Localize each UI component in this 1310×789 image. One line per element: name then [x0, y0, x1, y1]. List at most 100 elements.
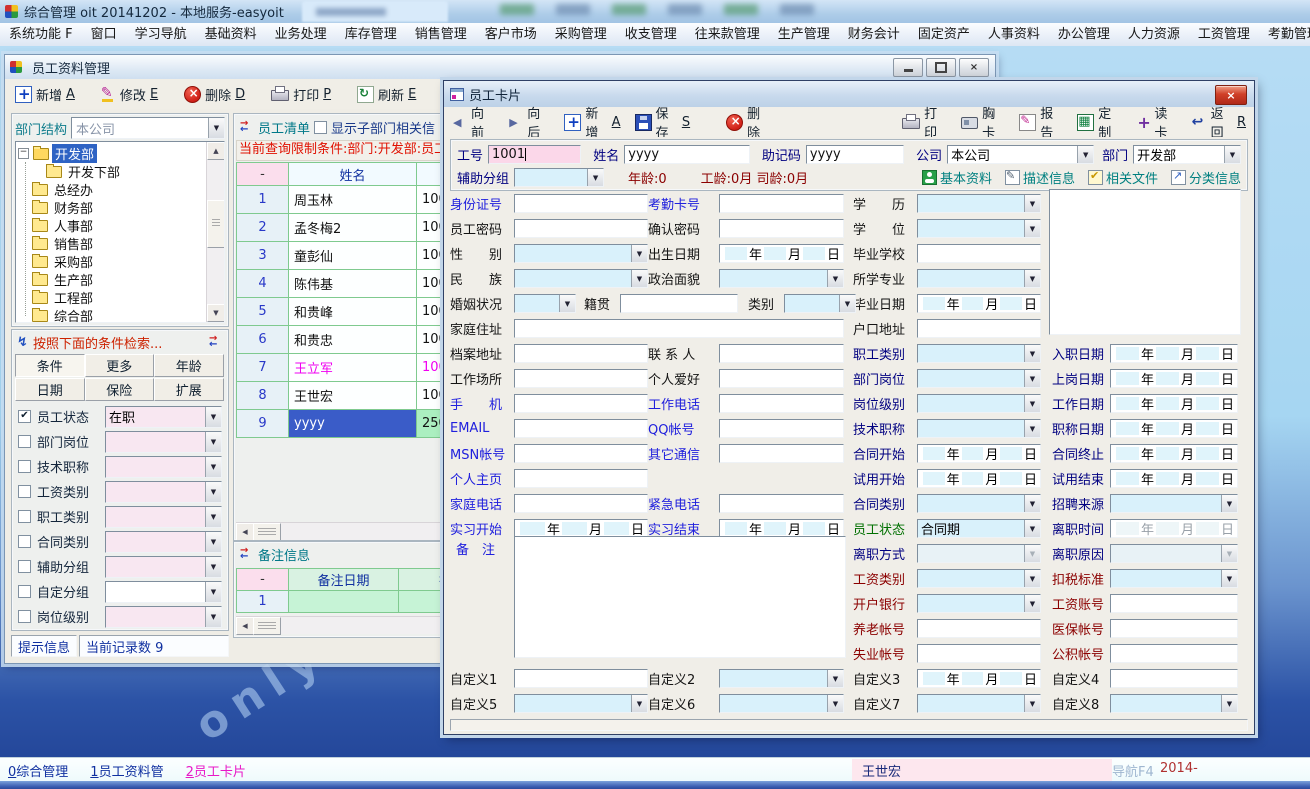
checkbox[interactable]: [18, 460, 31, 473]
menu-item[interactable]: 业务处理: [266, 24, 336, 46]
返回-button[interactable]: 返回R: [1192, 103, 1246, 141]
menu-item[interactable]: 系统功能 F: [0, 24, 82, 46]
aux-group-dropdown[interactable]: ▼: [514, 168, 604, 187]
chevron-down-icon[interactable]: ▼: [587, 169, 603, 186]
scroll-up-icon[interactable]: ▲: [207, 142, 225, 160]
date-input[interactable]: 年月日: [917, 444, 1041, 463]
dropdown[interactable]: ▼: [917, 419, 1041, 438]
column-header[interactable]: 操作人: [399, 569, 449, 591]
horizontal-scrollbar[interactable]: ◀: [236, 616, 446, 634]
dropdown[interactable]: ▼: [1110, 694, 1238, 713]
chevron-down-icon[interactable]: ▼: [631, 245, 647, 262]
tree-item[interactable]: 总经办: [16, 180, 207, 198]
向后-button[interactable]: 向后: [508, 103, 550, 141]
table-row[interactable]: 3童彭仙1004: [237, 242, 449, 270]
table-row[interactable]: 1: [237, 591, 449, 613]
胸卡-button[interactable]: 胸卡: [961, 103, 1005, 141]
chevron-down-icon[interactable]: ▼: [1221, 570, 1237, 587]
mnemonic-input[interactable]: yyyy: [806, 145, 904, 164]
dropdown[interactable]: ▼: [719, 669, 844, 688]
menu-item[interactable]: 工资管理: [1189, 24, 1259, 46]
menu-item[interactable]: 考勤管理: [1259, 24, 1310, 46]
text-input[interactable]: [719, 419, 844, 438]
chevron-down-icon[interactable]: ▼: [1024, 595, 1040, 612]
maximize-button[interactable]: [926, 58, 956, 77]
menu-item[interactable]: 基础资料: [196, 24, 266, 46]
text-input[interactable]: [1110, 644, 1238, 663]
checkbox[interactable]: [18, 610, 31, 623]
dropdown[interactable]: ▼: [1110, 569, 1238, 588]
menu-item[interactable]: 窗口: [82, 24, 126, 46]
打印-button[interactable]: 打印: [902, 103, 947, 141]
filter-tab-年龄[interactable]: 年龄: [154, 354, 224, 377]
dropdown[interactable]: 合同期▼: [917, 519, 1041, 538]
text-input[interactable]: [514, 444, 648, 463]
scrollbar-thumb[interactable]: [207, 200, 225, 248]
menu-item[interactable]: 固定资产: [909, 24, 979, 46]
dropdown[interactable]: ▼: [1110, 494, 1238, 513]
checkbox[interactable]: [18, 585, 31, 598]
chevron-down-icon[interactable]: ▼: [1024, 545, 1040, 562]
related-files-link[interactable]: 相关文件: [1088, 168, 1158, 187]
chevron-down-icon[interactable]: ▼: [1224, 146, 1240, 163]
chevron-down-icon[interactable]: ▼: [559, 295, 575, 312]
text-input[interactable]: [719, 344, 844, 363]
date-input[interactable]: 年月日: [1110, 519, 1238, 538]
scroll-left-icon[interactable]: ◀: [236, 523, 254, 541]
chevron-down-icon[interactable]: ▼: [827, 270, 843, 287]
classification-link[interactable]: 分类信息: [1171, 168, 1241, 187]
menu-item[interactable]: 财务会计: [839, 24, 909, 46]
dropdown[interactable]: ▼: [514, 694, 648, 713]
date-input[interactable]: 年月日: [1110, 344, 1238, 363]
nav-f4-label[interactable]: 导航F4: [1112, 761, 1154, 780]
dropdown[interactable]: ▼: [917, 344, 1041, 363]
checkbox[interactable]: [18, 560, 31, 573]
text-input[interactable]: [1110, 594, 1238, 613]
text-input[interactable]: [917, 644, 1041, 663]
tree-item[interactable]: 开发下部: [16, 162, 207, 180]
定制-button[interactable]: 定制: [1077, 103, 1121, 141]
chevron-down-icon[interactable]: ▼: [205, 582, 221, 602]
chevron-down-icon[interactable]: ▼: [1024, 270, 1040, 287]
column-header[interactable]: 备注日期: [289, 569, 399, 591]
dropdown[interactable]: ▼: [917, 194, 1041, 213]
type-dropdown[interactable]: ▼: [784, 294, 856, 313]
filter-tab-条件[interactable]: 条件: [15, 354, 85, 377]
chevron-down-icon[interactable]: ▼: [205, 407, 221, 427]
filter-dropdown[interactable]: ▼: [105, 431, 222, 453]
menu-item[interactable]: 生产管理: [769, 24, 839, 46]
dropdown[interactable]: ▼: [514, 269, 648, 288]
dropdown[interactable]: ▼: [719, 269, 844, 288]
text-input[interactable]: [514, 394, 648, 413]
chevron-down-icon[interactable]: ▼: [205, 507, 221, 527]
collapse-icon[interactable]: −: [18, 148, 29, 159]
column-header[interactable]: 姓名: [289, 163, 417, 186]
menu-item[interactable]: 办公管理: [1049, 24, 1119, 46]
company-dropdown[interactable]: 本公司 ▼: [947, 145, 1094, 164]
text-input[interactable]: [917, 244, 1041, 263]
marital-dropdown[interactable]: ▼: [514, 294, 576, 313]
text-input[interactable]: [514, 669, 648, 688]
scroll-down-icon[interactable]: ▼: [207, 304, 225, 322]
scrollbar-thumb[interactable]: [253, 523, 281, 541]
dropdown[interactable]: ▼: [917, 694, 1041, 713]
table-row[interactable]: 7王立军1008: [237, 354, 449, 382]
chevron-down-icon[interactable]: ▼: [1024, 345, 1040, 362]
date-input[interactable]: 年月日: [1110, 444, 1238, 463]
dropdown[interactable]: ▼: [917, 544, 1041, 563]
chevron-down-icon[interactable]: ▼: [1221, 545, 1237, 562]
date-input[interactable]: 年月日: [1110, 394, 1238, 413]
checkbox[interactable]: [18, 435, 31, 448]
text-input[interactable]: [514, 194, 648, 213]
menu-item[interactable]: 收支管理: [616, 24, 686, 46]
swap-arrows-icon[interactable]: →←: [240, 121, 254, 133]
chevron-down-icon[interactable]: ▼: [827, 695, 843, 712]
chevron-down-icon[interactable]: ▼: [1024, 495, 1040, 512]
text-input[interactable]: [719, 444, 844, 463]
chevron-down-icon[interactable]: ▼: [205, 457, 221, 477]
menu-item[interactable]: 学习导航: [126, 24, 196, 46]
text-input[interactable]: [514, 369, 648, 388]
menu-item[interactable]: 采购管理: [546, 24, 616, 46]
chevron-down-icon[interactable]: ▼: [1024, 395, 1040, 412]
show-subdept-checkbox[interactable]: [314, 121, 327, 134]
